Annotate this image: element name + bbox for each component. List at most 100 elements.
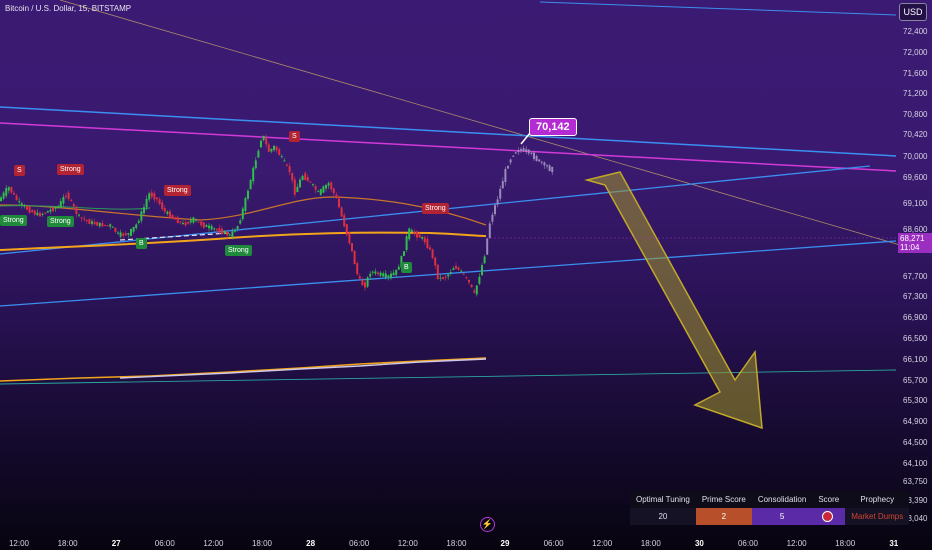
candle-body	[72, 203, 75, 207]
candle-body	[187, 221, 190, 224]
candle-body	[106, 225, 109, 227]
price-tick-label: 67,300	[903, 292, 928, 302]
volume-profile-line-light	[119, 358, 487, 379]
candle-body	[101, 223, 104, 227]
time-tick-label: 18:00	[640, 539, 661, 548]
candle-body	[260, 140, 262, 148]
candle-body	[413, 231, 416, 234]
candle-body	[439, 277, 442, 279]
candle-body	[197, 221, 200, 223]
candle-body	[418, 234, 421, 238]
candle-body	[119, 232, 122, 237]
candle-body	[62, 197, 65, 204]
bearish-projection-arrow	[584, 171, 763, 430]
candle-body	[322, 186, 325, 193]
candle-body	[169, 211, 171, 219]
currency-button[interactable]: USD	[899, 3, 927, 21]
candle-body	[306, 176, 309, 182]
table-header: Optimal Tuning	[630, 491, 696, 508]
candle-body	[540, 161, 543, 163]
candle-body	[546, 165, 548, 167]
signal-label: Strong	[422, 203, 449, 214]
bolt-icon[interactable]: ⚡	[480, 517, 495, 532]
signal-label: B	[401, 262, 412, 273]
time-tick-label: 12:00	[786, 539, 807, 548]
candle-body	[54, 207, 57, 209]
trendline-tan-diagonal	[59, 0, 901, 246]
candle-body	[429, 247, 431, 250]
candle-body	[397, 266, 400, 270]
table-cell-prime: 2	[695, 508, 752, 525]
price-tick-label: 64,100	[903, 458, 928, 468]
signal-label: Strong	[57, 164, 84, 175]
candle-body	[280, 156, 283, 158]
candle-body	[137, 220, 140, 223]
candle-body	[158, 199, 161, 204]
price-tick-label: 69,100	[903, 198, 928, 208]
candle-body	[208, 225, 210, 229]
candle-body	[473, 290, 476, 293]
price-tick-label: 70,000	[903, 151, 928, 161]
candle-body	[371, 271, 374, 273]
candle-body	[301, 175, 304, 180]
signal-label: S	[289, 131, 300, 142]
signal-label: Strong	[225, 245, 252, 256]
current-price-value: 68,271	[900, 234, 925, 243]
candle-body	[382, 273, 385, 277]
candle-body	[150, 192, 153, 197]
candle-body	[98, 222, 101, 227]
candle-body	[278, 149, 281, 156]
candle-body	[205, 225, 208, 227]
time-tick-label: 12:00	[397, 539, 418, 548]
candle-body	[330, 182, 333, 190]
candle-body	[254, 160, 257, 169]
candle-body	[192, 217, 195, 223]
candle-body	[67, 192, 70, 199]
candle-body	[153, 193, 156, 200]
candle-body	[496, 199, 499, 205]
candle-body	[13, 192, 15, 195]
candle-body	[195, 219, 197, 221]
price-tick-label: 65,300	[903, 396, 928, 406]
candle-body	[369, 273, 372, 277]
price-chart[interactable]	[0, 0, 932, 550]
candle-body	[395, 269, 398, 275]
signal-label: Strong	[47, 216, 74, 227]
price-tick-label: 67,700	[903, 271, 928, 281]
candle-body	[351, 243, 353, 252]
candle-body	[361, 280, 364, 286]
candle-body	[291, 172, 294, 181]
candle-body	[148, 193, 151, 200]
time-tick-label: 30	[694, 539, 704, 548]
candle-body	[78, 214, 80, 216]
chart-stage[interactable]: Bitcoin / U.S. Dollar, 15, BITSTAMP USD …	[0, 0, 932, 550]
signal-label: B	[136, 238, 147, 249]
candle-body	[501, 181, 504, 189]
candle-body	[392, 272, 395, 276]
candle-body	[0, 197, 2, 202]
candle-body	[416, 231, 418, 238]
candle-body	[44, 212, 47, 214]
candle-body	[494, 205, 496, 215]
price-tick-label: 64,900	[903, 417, 928, 427]
price-tick-label: 69,600	[903, 172, 928, 182]
candle-body	[252, 167, 255, 182]
candle-body	[179, 221, 182, 223]
candle-body	[213, 228, 216, 230]
time-tick-label: 12:00	[203, 539, 224, 548]
candle-body	[262, 135, 265, 141]
candle-body	[104, 224, 106, 226]
candle-body	[387, 275, 390, 278]
candle-body	[299, 179, 301, 188]
price-tick-label: 66,900	[903, 313, 928, 323]
candle-body	[538, 159, 541, 162]
candle-body	[184, 222, 187, 226]
candle-body	[10, 186, 13, 193]
candle-body	[57, 206, 60, 208]
time-tick-label: 06:00	[543, 539, 564, 548]
candle-body	[312, 184, 314, 186]
candle-body	[509, 159, 512, 163]
candle-body	[481, 265, 483, 276]
candle-body	[236, 226, 239, 229]
table-header: Score	[812, 491, 846, 508]
